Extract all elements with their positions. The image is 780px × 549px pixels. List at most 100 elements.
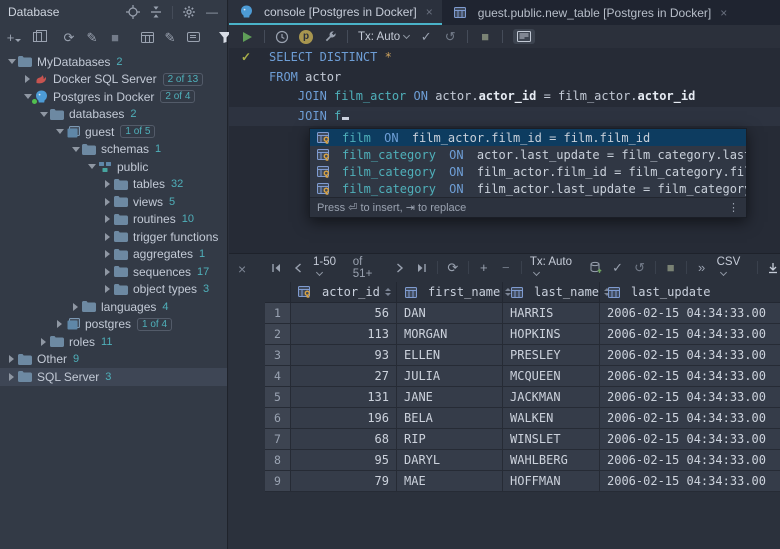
cell-actor-id[interactable]: 68 (291, 429, 397, 450)
stop-icon[interactable]: ■ (664, 260, 678, 276)
cell-last-name[interactable]: HOFFMAN (503, 471, 600, 492)
cell-actor-id[interactable]: 79 (291, 471, 397, 492)
chevron-expanded-icon[interactable] (6, 59, 17, 64)
column-header-first-name[interactable]: first_name (397, 282, 503, 302)
tree-item-docker-sql-server[interactable]: Docker SQL Server2 of 13 (0, 71, 227, 89)
tree-item-postgres-in-docker[interactable]: Postgres in Docker2 of 4 (0, 88, 227, 106)
row-header-corner[interactable] (265, 282, 291, 302)
tree-item-object-types[interactable]: object types3 (0, 281, 227, 299)
row-number[interactable]: 1 (265, 303, 291, 324)
query-console-icon[interactable] (186, 29, 200, 45)
completion-item-3[interactable]: film_category ON film_actor.film_id = fi… (310, 163, 746, 180)
chevron-expanded-icon[interactable] (38, 112, 49, 117)
refresh-icon[interactable]: ⟳ (62, 29, 76, 45)
row-number[interactable]: 3 (265, 345, 291, 366)
cell-last-update[interactable]: 2006-02-15 04:34:33.00 (600, 324, 780, 345)
cell-last-name[interactable]: WAHLBERG (503, 450, 600, 471)
row-number[interactable]: 4 (265, 366, 291, 387)
duplicate-icon[interactable] (30, 29, 44, 45)
stop-icon[interactable]: ■ (108, 29, 122, 45)
chevron-collapsed-icon[interactable] (70, 303, 81, 311)
chevron-expanded-icon[interactable] (22, 94, 33, 99)
collapse-all-icon[interactable] (149, 4, 163, 20)
sql-editor[interactable]: ✓SELECT DISTINCT *FROM actor JOIN film_a… (229, 48, 780, 253)
chevron-expanded-icon[interactable] (70, 147, 81, 152)
sql-line-1[interactable]: ✓SELECT DISTINCT * (229, 48, 780, 68)
session-badge-icon[interactable]: p (299, 30, 313, 44)
tx-mode-dropdown[interactable]: Tx: Auto (358, 31, 409, 43)
cell-actor-id[interactable]: 56 (291, 303, 397, 324)
column-header-last-name[interactable]: last_name (503, 282, 600, 302)
tree-item-public[interactable]: public (0, 158, 227, 176)
tree-item-databases[interactable]: databases2 (0, 106, 227, 124)
chevron-expanded-icon[interactable] (54, 129, 65, 134)
tree-item-trigger-functions[interactable]: trigger functions (0, 228, 227, 246)
chevron-collapsed-icon[interactable] (102, 180, 113, 188)
close-results-icon[interactable]: × (238, 261, 246, 277)
tab-new-table[interactable]: guest.public.new_table [Postgres in Dock… (443, 0, 736, 25)
submit-changes-icon[interactable]: ✎ (85, 29, 99, 45)
cell-first-name[interactable]: DAN (397, 303, 503, 324)
column-header-last-update[interactable]: last_update (600, 282, 780, 302)
rollback-icon[interactable]: ↺ (633, 260, 647, 276)
cell-first-name[interactable]: MAE (397, 471, 503, 492)
row-number[interactable]: 5 (265, 387, 291, 408)
row-number[interactable]: 8 (265, 450, 291, 471)
tree-item-views[interactable]: views5 (0, 193, 227, 211)
tree-item-postgres[interactable]: postgres1 of 4 (0, 316, 227, 334)
cell-actor-id[interactable]: 27 (291, 366, 397, 387)
cell-first-name[interactable]: RIP (397, 429, 503, 450)
row-number[interactable]: 9 (265, 471, 291, 492)
minimize-icon[interactable]: — (205, 4, 219, 20)
commit-check-icon[interactable]: ✓ (419, 29, 433, 45)
tab-console[interactable]: console [Postgres in Docker] × (229, 0, 442, 25)
commit-check-icon[interactable]: ✓ (611, 260, 625, 276)
tree-item-routines[interactable]: routines10 (0, 211, 227, 229)
tx-mode-dropdown[interactable]: Tx: Auto (530, 256, 581, 280)
chevron-collapsed-icon[interactable] (102, 285, 113, 293)
edit-data-icon[interactable]: ✎ (163, 29, 177, 45)
sql-line-3[interactable]: JOIN film_actor ON actor.actor_id = film… (229, 87, 780, 107)
cell-first-name[interactable]: DARYL (397, 450, 503, 471)
cell-first-name[interactable]: BELA (397, 408, 503, 429)
cell-actor-id[interactable]: 131 (291, 387, 397, 408)
chevron-collapsed-icon[interactable] (6, 373, 17, 381)
cell-last-update[interactable]: 2006-02-15 04:34:33.00 (600, 471, 780, 492)
sort-icon[interactable] (385, 288, 391, 296)
sql-line-4[interactable]: JOIN f (229, 107, 780, 127)
cell-last-update[interactable]: 2006-02-15 04:34:33.00 (600, 429, 780, 450)
export-format-dropdown[interactable]: CSV (717, 256, 749, 280)
table-view-icon[interactable] (140, 29, 154, 45)
chevron-collapsed-icon[interactable] (102, 198, 113, 206)
delete-row-icon[interactable]: − (499, 260, 513, 276)
tree-item-tables[interactable]: tables32 (0, 176, 227, 194)
chevron-collapsed-icon[interactable] (102, 215, 113, 223)
cell-last-update[interactable]: 2006-02-15 04:34:33.00 (600, 387, 780, 408)
cell-last-update[interactable]: 2006-02-15 04:34:33.00 (600, 450, 780, 471)
cell-first-name[interactable]: MORGAN (397, 324, 503, 345)
next-page-icon[interactable] (393, 260, 407, 276)
submit-db-icon[interactable] (589, 260, 603, 276)
tree-item-sequences[interactable]: sequences17 (0, 263, 227, 281)
cell-actor-id[interactable]: 93 (291, 345, 397, 366)
cell-first-name[interactable]: ELLEN (397, 345, 503, 366)
completion-item-4[interactable]: film_category ON film_actor.last_update … (310, 180, 746, 197)
locate-icon[interactable] (126, 4, 140, 20)
tree-item-languages[interactable]: languages4 (0, 298, 227, 316)
previous-page-icon[interactable] (291, 260, 305, 276)
settings-gear-icon[interactable] (182, 4, 196, 20)
chevron-collapsed-icon[interactable] (102, 233, 113, 241)
run-icon[interactable] (240, 29, 254, 45)
tree-item-schemas[interactable]: schemas1 (0, 141, 227, 159)
chevron-collapsed-icon[interactable] (102, 268, 113, 276)
cell-last-name[interactable]: JACKMAN (503, 387, 600, 408)
column-header-actor-id[interactable]: actor_id (291, 282, 397, 302)
cell-last-name[interactable]: HARRIS (503, 303, 600, 324)
cell-last-update[interactable]: 2006-02-15 04:34:33.00 (600, 345, 780, 366)
rollback-icon[interactable]: ↺ (443, 29, 457, 45)
add-icon[interactable]: + (7, 29, 21, 45)
cell-actor-id[interactable]: 196 (291, 408, 397, 429)
tree-item-mydatabases[interactable]: MyDatabases2 (0, 53, 227, 71)
last-page-icon[interactable] (415, 260, 429, 276)
row-range-dropdown[interactable]: 1-50 (313, 256, 345, 280)
